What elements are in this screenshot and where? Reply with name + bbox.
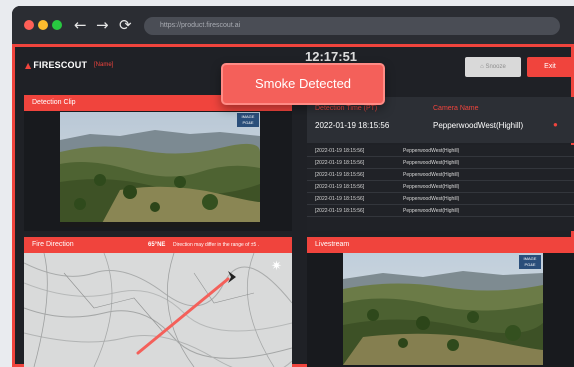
row-camera: PepperwoodWest(Highill) <box>403 172 460 178</box>
row-camera: PepperwoodWest(Highill) <box>403 148 460 154</box>
firescout-app: ▲ FIRESCOUT [Name] 12:17:51 ⌂ Snooze Exit… <box>12 44 574 367</box>
reload-icon[interactable]: ⟳ <box>119 15 132 35</box>
table-row[interactable]: [2022-01-19 18:15:56] PepperwoodWest(High… <box>307 193 574 205</box>
fire-bearing: 65°NE <box>148 242 166 248</box>
badge-line2: PG&E <box>242 120 254 125</box>
row-time: [2022-01-19 18:15:56] <box>315 148 365 154</box>
livestream-header: Livestream <box>307 237 574 253</box>
detection-time-label: Detection Time (PT) <box>315 105 378 112</box>
row-time: [2022-01-19 18:15:56] <box>315 196 365 202</box>
maximize-window-button[interactable] <box>52 20 62 30</box>
table-row[interactable]: [2022-01-19 18:15:56] PepperwoodWest(High… <box>307 205 574 217</box>
back-arrow-icon[interactable]: ← <box>74 15 87 35</box>
camera-name-label: Camera Name <box>433 105 479 112</box>
browser-titlebar: ← → ⟳ https://product.firescout.ai <box>12 6 574 44</box>
browser-window: ← → ⟳ https://product.firescout.ai ▲ FIRE… <box>12 6 574 367</box>
smoke-detected-alert[interactable]: Smoke Detected <box>221 63 385 105</box>
compass-rose-icon: ✷ <box>271 259 282 274</box>
fire-direction-note: Direction may differ in the range of ±5 … <box>173 242 260 248</box>
table-row[interactable]: [2022-01-19 18:15:56] PepperwoodWest(High… <box>307 181 574 193</box>
camera-name-value: PepperwoodWest(Highill) <box>433 121 524 130</box>
row-time: [2022-01-19 18:15:56] <box>315 172 365 178</box>
row-time: [2022-01-19 18:15:56] <box>315 160 365 166</box>
address-bar[interactable]: https://product.firescout.ai <box>144 17 560 35</box>
detection-log: [2022-01-19 18:15:56] PepperwoodWest(High… <box>307 145 574 231</box>
badge-line2: PG&E <box>524 262 536 267</box>
fire-direction-title: Fire Direction <box>32 241 74 248</box>
snooze-label: Snooze <box>485 64 506 70</box>
user-name: [Name] <box>94 62 114 68</box>
table-row[interactable]: [2022-01-19 18:15:56] PepperwoodWest(High… <box>307 157 574 169</box>
livestream-title: Livestream <box>315 241 350 248</box>
row-camera: PepperwoodWest(Highill) <box>403 208 460 214</box>
livestream-video[interactable] <box>343 253 543 365</box>
pge-badge: IMAGE PG&E <box>519 255 541 269</box>
camera-alert-icon: ● <box>553 120 558 129</box>
detection-clip-video[interactable] <box>60 112 260 227</box>
logo-text: FIRESCOUT <box>33 60 88 70</box>
row-camera: PepperwoodWest(Highill) <box>403 196 460 202</box>
fire-direction-map[interactable] <box>24 253 292 367</box>
detection-time-value: 2022-01-19 18:15:56 <box>315 121 390 130</box>
row-time: [2022-01-19 18:15:56] <box>315 208 365 214</box>
flame-icon: ▲ <box>25 61 32 70</box>
exit-button[interactable]: Exit <box>527 57 573 77</box>
table-row[interactable]: [2022-01-19 18:15:56] PepperwoodWest(High… <box>307 145 574 157</box>
clock: 12:17:51 <box>305 49 358 64</box>
detection-clip-title: Detection Clip <box>32 99 76 106</box>
firescout-logo: ▲ FIRESCOUT <box>25 60 87 70</box>
row-time: [2022-01-19 18:15:56] <box>315 184 365 190</box>
row-camera: PepperwoodWest(Highill) <box>403 160 460 166</box>
close-window-button[interactable] <box>24 20 34 30</box>
row-camera: PepperwoodWest(Highill) <box>403 184 460 190</box>
minimize-window-button[interactable] <box>38 20 48 30</box>
pge-badge: IMAGE PG&E <box>237 113 259 127</box>
snooze-button[interactable]: ⌂ Snooze <box>465 57 521 77</box>
table-row[interactable]: [2022-01-19 18:15:56] PepperwoodWest(High… <box>307 169 574 181</box>
forward-arrow-icon[interactable]: → <box>96 15 109 35</box>
